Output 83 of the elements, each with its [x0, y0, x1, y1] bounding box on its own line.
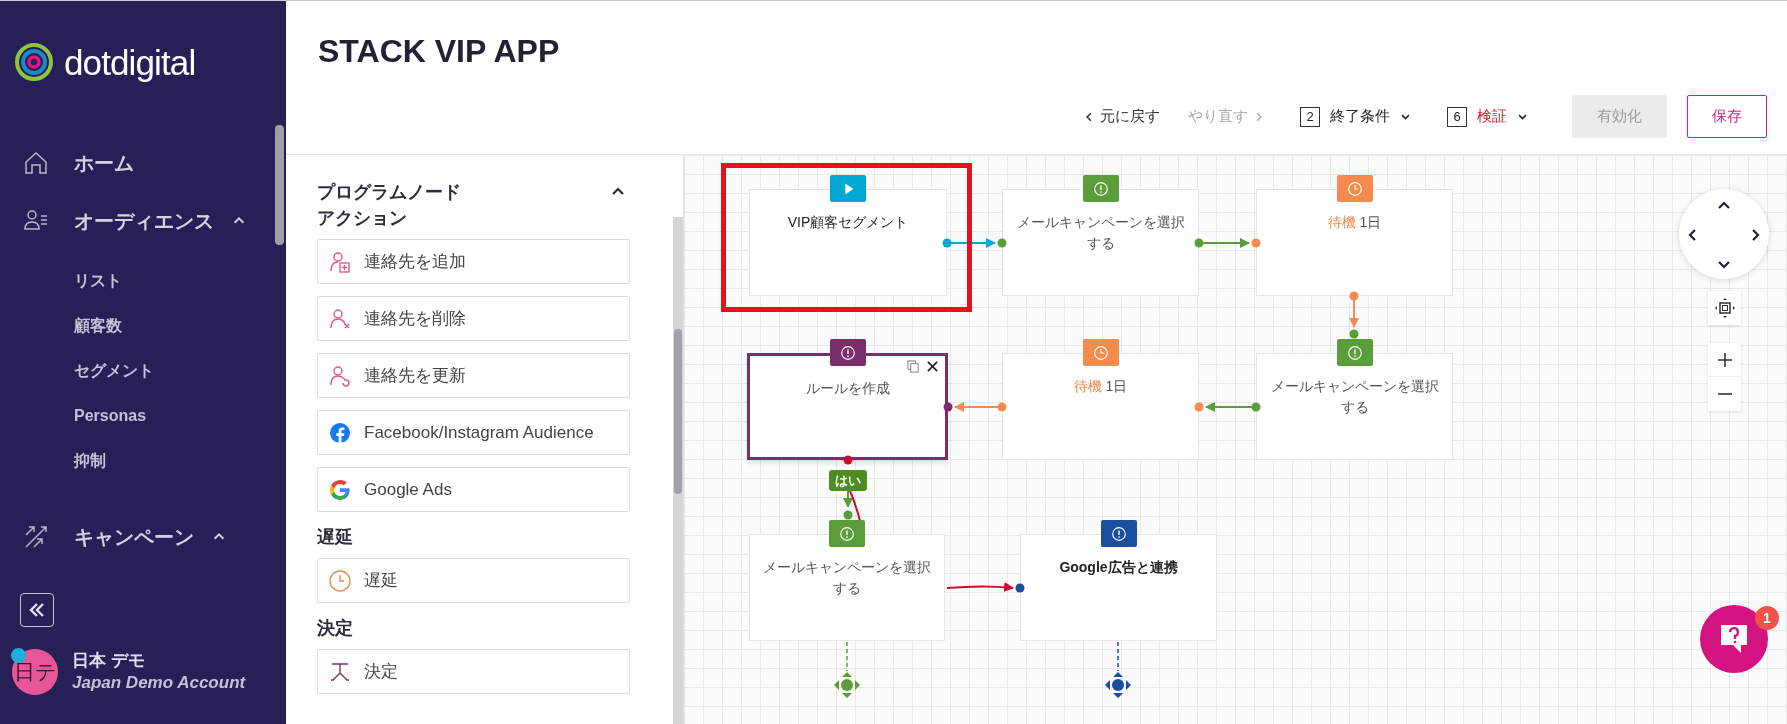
double-chevron-icon: [28, 601, 46, 619]
node-card[interactable]: Google広告と連携: [1020, 534, 1217, 641]
close-icon[interactable]: [926, 360, 939, 373]
fit-to-screen-button[interactable]: [1708, 291, 1741, 325]
connector-line: [846, 641, 848, 672]
node-card[interactable]: メールキャンペーンを選択する: [749, 534, 945, 641]
wait-action-text: 待機: [1073, 378, 1102, 394]
section-heading: 遅延: [317, 526, 354, 549]
alert-icon: [1109, 524, 1128, 543]
node-label: メールキャンペーンを選択する: [762, 558, 932, 598]
copy-icon[interactable]: [907, 360, 920, 373]
google-icon: [328, 477, 352, 502]
node-palette-item[interactable]: Facebook/Instagram Audience: [317, 410, 630, 455]
scrollbar-track[interactable]: [673, 217, 683, 724]
user-name: 日本 デモ: [72, 650, 146, 672]
save-button[interactable]: 保存: [1687, 95, 1767, 138]
person-refresh-icon: [328, 363, 352, 388]
user-avatar: 日テ: [12, 649, 58, 695]
logo-icon: [14, 42, 54, 82]
account-name: Japan Demo Account: [72, 672, 246, 694]
nav-item[interactable]: ホーム: [0, 143, 286, 183]
node-label: メールキャンペーンを選択する: [1015, 213, 1186, 253]
wait-duration-text: 1日: [1359, 214, 1382, 230]
wait-action-text: 待機: [1327, 214, 1356, 230]
node-palette-item[interactable]: Google Ads: [317, 467, 630, 512]
nav-subitem[interactable]: Personas: [74, 402, 147, 430]
node-label: メールキャンペーンを選択する: [1269, 377, 1440, 417]
dropdown-button[interactable]: 2 終了条件: [1300, 105, 1411, 128]
facebook-icon: [328, 420, 352, 445]
section-heading: アクション: [317, 207, 408, 230]
nav-subitem[interactable]: セグメント: [74, 357, 154, 385]
page-title: STACK VIP APP: [318, 32, 560, 71]
alert-icon: [838, 343, 857, 362]
alert-icon: [838, 524, 856, 543]
clock-icon: [1345, 179, 1364, 198]
canvas[interactable]: VIP顧客セグメント メールキャンペーンを選択する 待機 1日 ルールを作成 待機 1日 メールキャンペーンを選択する メールキャンペーンを選択する Google広告と連携 はい 1: [683, 155, 1787, 724]
alert-icon: [1091, 179, 1110, 198]
node-label: VIP顧客セグメント: [786, 213, 910, 232]
node-palette-item[interactable]: 遅延: [317, 558, 630, 603]
node-card[interactable]: VIP顧客セグメント: [749, 189, 947, 296]
nav-subitem[interactable]: 抑制: [74, 447, 106, 475]
node-label: Google広告と連携: [1058, 558, 1179, 577]
scrollbar-thumb[interactable]: [674, 329, 682, 494]
node-card[interactable]: 待機 1日: [1256, 189, 1453, 296]
nav-item[interactable]: オーディエンス: [0, 201, 286, 241]
scrollbar-thumb[interactable]: [275, 125, 284, 245]
dropdown-button[interactable]: 6 検証: [1447, 105, 1528, 128]
node-label: ルールを作成: [804, 379, 891, 398]
notification-badge: 1: [1755, 606, 1779, 630]
section-heading: 決定: [317, 617, 354, 640]
chat-question-icon: [1719, 623, 1749, 655]
clock-icon: [328, 568, 352, 593]
frame-icon: [1714, 298, 1735, 318]
connector-arrow: [843, 490, 853, 508]
node-palette-item[interactable]: 連絡先を追加: [317, 239, 630, 284]
node-card[interactable]: 待機 1日: [1002, 353, 1199, 460]
node-palette-item[interactable]: 決定: [317, 649, 630, 694]
collapse-button[interactable]: [20, 593, 54, 627]
branch-label: はい: [829, 470, 867, 491]
chevron-right-icon: [1254, 111, 1264, 122]
clock-icon: [1091, 343, 1110, 362]
connector-line: [849, 490, 861, 522]
node-card[interactable]: メールキャンペーンを選択する: [1256, 353, 1453, 460]
panel-title: プログラムノード: [317, 180, 461, 204]
nav-subitem[interactable]: 顧客数: [74, 312, 122, 340]
logo-text: dotdigital: [64, 44, 196, 80]
plus-icon: [1716, 351, 1733, 368]
connector-line: [1117, 641, 1119, 672]
nav-item[interactable]: キャンペーン: [0, 517, 286, 557]
connector-arrow: [946, 582, 1014, 593]
person-plus-icon: [328, 249, 352, 274]
undo-button[interactable]: 元に戻す: [1084, 105, 1160, 128]
node-card[interactable]: メールキャンペーンを選択する: [1002, 189, 1199, 296]
minus-icon: [1716, 393, 1733, 395]
node-card[interactable]: ルールを作成: [747, 353, 948, 460]
home-icon: [22, 149, 50, 177]
node-palette-item[interactable]: 連絡先を削除: [317, 296, 630, 341]
chevron-left-icon: [1084, 111, 1094, 122]
person-cross-icon: [328, 306, 352, 331]
nav-subitem[interactable]: リスト: [74, 267, 122, 295]
node-palette-item[interactable]: 連絡先を更新: [317, 353, 630, 398]
alert-icon: [1345, 343, 1364, 362]
wait-duration-text: 1日: [1105, 378, 1128, 394]
